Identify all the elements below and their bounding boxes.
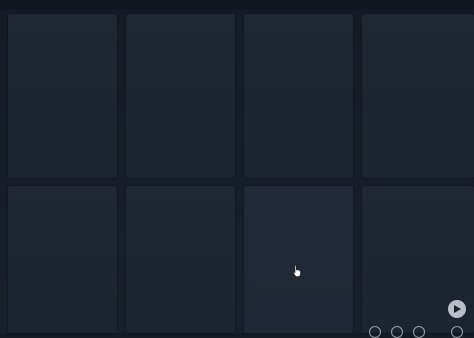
top-bar (0, 0, 474, 10)
gallery-grid (0, 0, 474, 338)
gallery-tile-r1-c2[interactable] (126, 14, 235, 178)
gallery-tile-r1-c4[interactable] (362, 14, 474, 178)
page-dot-3[interactable] (413, 326, 425, 338)
play-icon (454, 305, 461, 313)
page-dot-1[interactable] (369, 326, 381, 338)
hand-cursor-icon (292, 265, 301, 277)
gallery-tile-r2-c3[interactable] (244, 186, 353, 333)
page-dot-4[interactable] (451, 326, 463, 338)
gallery-tile-r1-c3[interactable] (244, 14, 353, 178)
gallery-tile-r2-c2[interactable] (126, 186, 235, 333)
gallery-tile-r2-c1[interactable] (8, 186, 117, 333)
page-dot-2[interactable] (391, 326, 403, 338)
gallery-tile-r1-c1[interactable] (8, 14, 117, 178)
play-button[interactable] (448, 300, 466, 318)
